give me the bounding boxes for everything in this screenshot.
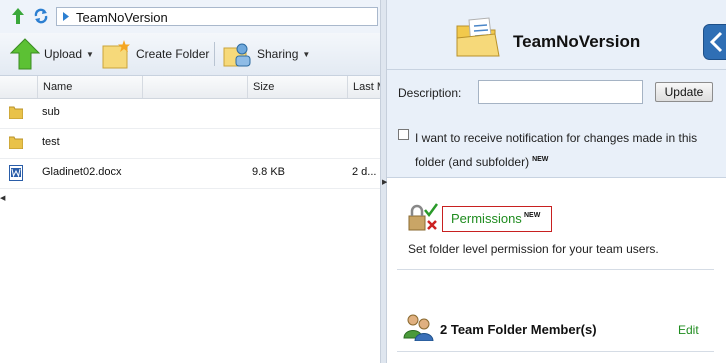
upload-label: Upload bbox=[44, 47, 83, 61]
file-row-test[interactable]: test bbox=[0, 128, 384, 159]
column-last-modified[interactable]: Last M bbox=[347, 76, 384, 98]
word-doc-icon bbox=[9, 165, 23, 181]
section-divider bbox=[397, 269, 714, 270]
new-badge: NEW bbox=[532, 156, 549, 163]
create-folder-button[interactable]: Create Folder bbox=[100, 33, 209, 75]
notification-checkbox[interactable] bbox=[398, 129, 409, 140]
file-name: sub bbox=[42, 106, 60, 118]
permissions-highlight: Permissions NEW bbox=[442, 206, 552, 232]
new-folder-icon bbox=[102, 40, 130, 69]
address-bar[interactable]: TeamNoVersion bbox=[56, 7, 378, 26]
back-arrow-icon[interactable] bbox=[703, 24, 726, 60]
notification-text: I want to receive notification for chang… bbox=[415, 131, 698, 169]
create-folder-label: Create Folder bbox=[136, 47, 210, 61]
permissions-description: Set folder level permission for your tea… bbox=[408, 242, 659, 256]
file-grid-header: Name Size Last M bbox=[0, 76, 384, 99]
description-input[interactable] bbox=[478, 80, 643, 104]
file-row-gladinet02[interactable]: Gladinet02.docx 9.8 KB 2 d... bbox=[0, 158, 384, 189]
folder-icon bbox=[9, 106, 23, 119]
sharing-label: Sharing bbox=[257, 47, 299, 61]
column-icon bbox=[0, 76, 37, 98]
properties-header: TeamNoVersion Description: Update I want… bbox=[387, 0, 726, 178]
refresh-icon[interactable] bbox=[33, 7, 49, 25]
description-label: Description: bbox=[398, 86, 462, 100]
toolbar: Upload ▼ Create Folder Sharing ▼ bbox=[0, 33, 384, 76]
edit-members-link[interactable]: Edit bbox=[678, 323, 699, 337]
column-name[interactable]: Name bbox=[37, 76, 142, 98]
toolbar-separator bbox=[214, 42, 215, 66]
column-size[interactable]: Size bbox=[247, 76, 347, 98]
sharing-button[interactable]: Sharing ▼ bbox=[222, 33, 310, 75]
folder-title: TeamNoVersion bbox=[513, 32, 641, 51]
address-path: TeamNoVersion bbox=[76, 10, 168, 25]
team-members-icon bbox=[403, 314, 434, 341]
team-members-count: 2 Team Folder Member(s) bbox=[440, 322, 597, 337]
file-size: 9.8 KB bbox=[252, 166, 286, 178]
pane-splitter[interactable]: ▶ bbox=[380, 0, 387, 363]
update-button[interactable]: Update bbox=[655, 82, 713, 102]
properties-pane: TeamNoVersion Description: Update I want… bbox=[387, 0, 726, 363]
new-badge: NEW bbox=[524, 212, 541, 219]
upload-arrow-icon bbox=[10, 38, 40, 70]
chevron-down-icon: ▼ bbox=[86, 49, 94, 59]
sharing-icon bbox=[223, 43, 251, 67]
up-arrow-icon[interactable] bbox=[10, 7, 26, 25]
section-divider bbox=[397, 351, 714, 352]
file-name: test bbox=[42, 136, 60, 148]
folder-icon bbox=[9, 136, 23, 149]
address-bar-row: TeamNoVersion bbox=[0, 0, 384, 33]
file-modified: 2 d... bbox=[352, 166, 377, 178]
permissions-icon bbox=[408, 203, 439, 231]
open-folder-icon bbox=[456, 17, 500, 57]
header-divider bbox=[387, 69, 726, 70]
notification-label[interactable]: I want to receive notification for chang… bbox=[415, 128, 725, 173]
file-browser-pane: TeamNoVersion Upload ▼ Create Folder Sha… bbox=[0, 0, 384, 363]
chevron-left-icon[interactable]: ◀ bbox=[0, 194, 5, 202]
column-spacer bbox=[142, 76, 247, 98]
upload-button[interactable]: Upload ▼ bbox=[10, 33, 94, 75]
breadcrumb-arrow-icon bbox=[63, 12, 69, 21]
chevron-down-icon: ▼ bbox=[302, 49, 311, 59]
file-name: Gladinet02.docx bbox=[42, 166, 122, 178]
file-row-sub[interactable]: sub bbox=[0, 98, 384, 129]
permissions-link[interactable]: Permissions bbox=[451, 211, 522, 226]
